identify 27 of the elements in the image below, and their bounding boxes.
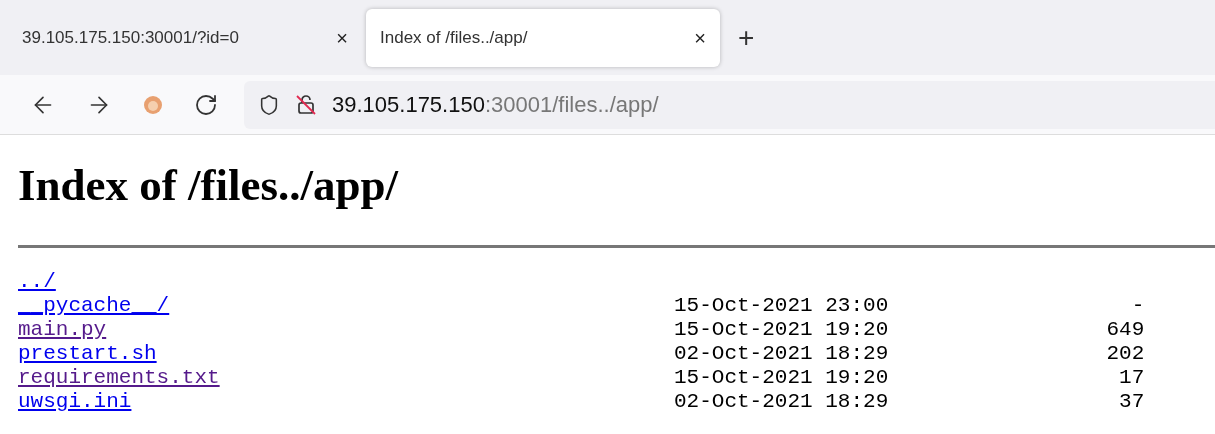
modified-date: 15-Oct-2021 23:00 xyxy=(674,294,889,318)
file-link[interactable]: main.py xyxy=(18,318,107,341)
close-tab-button[interactable]: × xyxy=(336,22,348,53)
file-size: - xyxy=(1130,294,1145,318)
file-size: 37 xyxy=(1118,390,1145,414)
browser-tab[interactable]: Index of /files../app/ × xyxy=(366,8,720,67)
page-heading: Index of /files../app/ xyxy=(18,159,400,212)
file-size: 202 xyxy=(1105,342,1145,366)
file-link[interactable]: __pycache__/ xyxy=(18,294,170,317)
file-size: 17 xyxy=(1118,366,1145,390)
file-link[interactable]: requirements.txt xyxy=(18,366,220,389)
browser-tab[interactable]: 39.105.175.150:30001/?id=0 × xyxy=(8,8,362,67)
file-link[interactable]: uwsgi.ini xyxy=(18,390,132,413)
address-bar[interactable]: 39.105.175.150:30001/files../app/ xyxy=(244,80,1215,129)
reload-icon[interactable] xyxy=(194,92,218,117)
close-tab-button[interactable]: × xyxy=(694,22,706,53)
new-tab-button[interactable]: + xyxy=(738,16,755,59)
modified-date: 02-Oct-2021 18:29 xyxy=(674,342,889,366)
modified-date: 15-Oct-2021 19:20 xyxy=(674,318,889,342)
modified-date: 02-Oct-2021 18:29 xyxy=(674,390,889,414)
modified-date: 15-Oct-2021 19:20 xyxy=(674,366,889,390)
url-text: 39.105.175.150:30001/files../app/ xyxy=(332,91,659,119)
file-size: 649 xyxy=(1105,318,1145,342)
file-link[interactable]: ../ xyxy=(18,270,56,293)
file-link[interactable]: prestart.sh xyxy=(18,342,157,365)
shield-icon[interactable] xyxy=(258,93,280,116)
insecure-lock-icon[interactable] xyxy=(294,92,318,117)
